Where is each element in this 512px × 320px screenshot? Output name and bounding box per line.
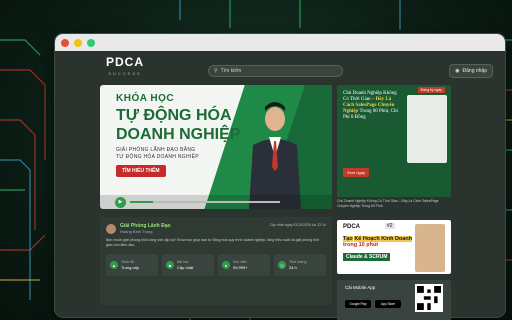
website: PDCA SUCCESS ⚲ Tìm kiếm ◉ Đăng nhập [55, 51, 505, 317]
maximize-dot-icon[interactable] [87, 38, 95, 47]
search-input[interactable]: ⚲ Tìm kiếm [208, 65, 343, 77]
browser-window: PDCA SUCCESS ⚲ Tìm kiếm ◉ Đăng nhập [55, 34, 505, 317]
login-button[interactable]: ◉ Đăng nhập [449, 64, 493, 78]
site-header: PDCA SUCCESS ⚲ Tìm kiếm ◉ Đăng nhập [55, 51, 505, 85]
close-dot-icon[interactable] [61, 38, 69, 47]
title-bar [55, 34, 505, 51]
site-logo[interactable]: PDCA SUCCESS [106, 56, 144, 79]
minimize-dot-icon[interactable] [74, 38, 82, 47]
user-icon: ◉ [455, 68, 460, 74]
search-icon: ⚲ [214, 68, 218, 74]
